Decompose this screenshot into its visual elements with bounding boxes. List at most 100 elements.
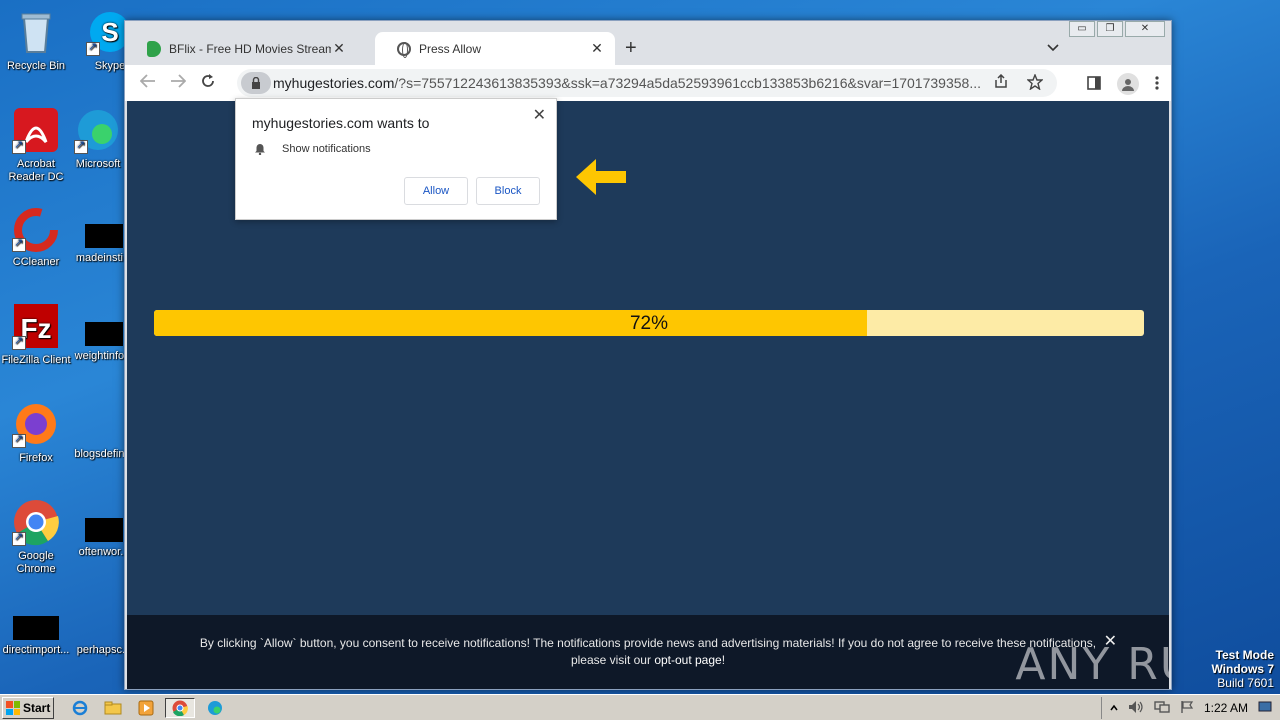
desktop-icon-label: FileZilla Client bbox=[1, 354, 71, 366]
file-thumbnail bbox=[85, 224, 123, 248]
tray-expand-icon[interactable] bbox=[1110, 701, 1118, 715]
acrobat-icon bbox=[12, 106, 60, 154]
recycle-bin-icon bbox=[12, 8, 60, 56]
desktop-icon-label: Skype bbox=[94, 60, 126, 72]
url-host: myhugestories.com bbox=[273, 75, 395, 91]
footer-text-line2: please visit our opt-out page! bbox=[127, 652, 1169, 669]
desktop-icon-label: Recycle Bin bbox=[6, 60, 66, 72]
omnibox-actions bbox=[993, 73, 1044, 93]
shortcut-arrow-icon bbox=[12, 433, 26, 448]
desktop-icon-label: Firefox bbox=[19, 452, 53, 464]
globe-icon bbox=[397, 41, 411, 58]
progress-label: 72% bbox=[629, 313, 669, 334]
desktop-icon-label: Google Chrome bbox=[16, 550, 56, 575]
share-icon[interactable] bbox=[993, 73, 1009, 93]
notification-permission-popup: myhugestories.com wants to ✕ Show notifi… bbox=[235, 98, 557, 220]
popup-title: myhugestories.com wants to bbox=[252, 115, 430, 131]
new-tab-button[interactable]: + bbox=[625, 37, 637, 60]
bflix-favicon-icon bbox=[147, 40, 161, 57]
shortcut-arrow-icon bbox=[12, 139, 26, 154]
url-text: myhugestories.com/?s=755712243613835393&… bbox=[273, 75, 993, 91]
shortcut-arrow-icon bbox=[12, 531, 26, 546]
desktop-icon-firefox[interactable]: Firefox bbox=[0, 400, 74, 465]
reload-button[interactable] bbox=[193, 73, 223, 94]
action-center-flag-icon[interactable] bbox=[1180, 700, 1194, 717]
tab-title: Press Allow bbox=[419, 41, 482, 56]
desktop-icon-ccleaner[interactable]: CCleaner bbox=[0, 204, 74, 269]
taskbar: Start 1:22 AM bbox=[0, 694, 1280, 720]
tab-bflix[interactable]: BFlix - Free HD Movies Streaming - W ✕ bbox=[125, 32, 357, 65]
taskbar-chrome-icon[interactable] bbox=[165, 698, 195, 718]
test-mode-watermark: Test Mode Windows 7 Build 7601 bbox=[1211, 648, 1274, 690]
tab-search-chevron-icon[interactable] bbox=[1047, 41, 1059, 55]
desktop-icon-label: oftenwor... bbox=[78, 546, 130, 558]
taskbar-explorer-icon[interactable] bbox=[101, 698, 125, 718]
tab-title: BFlix - Free HD Movies Streaming - W bbox=[169, 41, 331, 56]
back-arrow-icon bbox=[139, 74, 155, 88]
clock[interactable]: 1:22 AM bbox=[1204, 701, 1248, 715]
address-bar[interactable]: myhugestories.com/?s=755712243613835393&… bbox=[237, 69, 1057, 97]
profile-avatar-icon[interactable] bbox=[1117, 73, 1139, 95]
permission-row: Show notifications bbox=[254, 143, 371, 155]
forward-button[interactable] bbox=[163, 73, 193, 93]
network-icon[interactable] bbox=[1154, 700, 1170, 717]
bell-icon bbox=[255, 144, 265, 155]
opt-out-link[interactable]: opt-out page bbox=[654, 653, 721, 667]
file-thumbnail bbox=[85, 420, 123, 444]
taskbar-edge-icon[interactable] bbox=[203, 698, 227, 718]
tab-strip: BFlix - Free HD Movies Streaming - W ✕ P… bbox=[125, 29, 1171, 65]
shortcut-arrow-icon bbox=[86, 41, 100, 56]
test-mode-line: Windows 7 bbox=[1211, 662, 1274, 676]
shortcut-arrow-icon bbox=[12, 237, 26, 252]
test-mode-line: Build 7601 bbox=[1217, 676, 1274, 690]
file-thumbnail bbox=[85, 518, 123, 542]
tab-press-allow[interactable]: Press Allow ✕ bbox=[375, 32, 615, 65]
taskbar-ie-icon[interactable] bbox=[68, 698, 92, 718]
desktop-icon-file[interactable]: directimport... bbox=[0, 604, 74, 657]
desktop-icon-recycle-bin[interactable]: Recycle Bin bbox=[0, 8, 74, 73]
tab-close-icon[interactable]: ✕ bbox=[589, 40, 605, 57]
desktop-icon-filezilla[interactable]: Fz FileZilla Client bbox=[0, 302, 74, 367]
start-label: Start bbox=[23, 701, 51, 715]
show-desktop-icon[interactable] bbox=[1258, 701, 1272, 716]
taskbar-media-player-icon[interactable] bbox=[134, 698, 158, 718]
back-button[interactable] bbox=[133, 73, 163, 93]
block-button[interactable]: Block bbox=[476, 177, 540, 205]
desktop-icon-label: Microsoft bbox=[75, 158, 121, 170]
desktop-icon-label: directimport... bbox=[2, 644, 70, 656]
ccleaner-icon bbox=[12, 204, 60, 252]
yellow-arrow-icon bbox=[576, 159, 626, 195]
windows-logo-icon bbox=[6, 701, 20, 715]
shortcut-arrow-icon bbox=[74, 139, 88, 154]
side-panel-icon[interactable] bbox=[1087, 75, 1101, 93]
forward-arrow-icon bbox=[171, 74, 187, 88]
footer-text-suffix: ! bbox=[721, 653, 726, 667]
url-path: /?s=755712243613835393&ssk=a73294a5da525… bbox=[394, 75, 981, 91]
allow-button[interactable]: Allow bbox=[404, 177, 468, 205]
footer-text: By clicking `Allow` button, you consent … bbox=[199, 636, 1097, 650]
file-thumbnail bbox=[85, 322, 123, 346]
toolbar-right bbox=[1087, 73, 1159, 95]
site-info-button[interactable] bbox=[241, 72, 271, 94]
shortcut-arrow-icon bbox=[12, 335, 26, 350]
bookmark-star-icon[interactable] bbox=[1026, 73, 1044, 93]
volume-icon[interactable] bbox=[1128, 700, 1144, 717]
lock-icon bbox=[252, 77, 260, 89]
popup-close-icon[interactable]: ✕ bbox=[533, 105, 546, 125]
file-thumbnail bbox=[13, 616, 59, 640]
desktop-icon-label: Acrobat Reader DC bbox=[8, 158, 64, 183]
firefox-icon bbox=[12, 400, 60, 448]
desktop-icon-label: CCleaner bbox=[12, 256, 60, 268]
progress-bar: 72% bbox=[154, 310, 1144, 336]
tab-close-icon[interactable]: ✕ bbox=[331, 40, 347, 57]
desktop-icon-google-chrome[interactable]: Google Chrome bbox=[0, 498, 74, 576]
edge-icon bbox=[74, 106, 122, 154]
start-button[interactable]: Start bbox=[2, 697, 54, 719]
chrome-icon bbox=[12, 498, 60, 546]
browser-toolbar: myhugestories.com/?s=755712243613835393&… bbox=[125, 65, 1171, 101]
svg-text:S: S bbox=[101, 17, 118, 47]
consent-footer: By clicking `Allow` button, you consent … bbox=[127, 615, 1169, 689]
system-tray: 1:22 AM bbox=[1100, 697, 1280, 719]
test-mode-line: Test Mode bbox=[1215, 648, 1274, 662]
menu-kebab-icon[interactable] bbox=[1155, 75, 1159, 93]
